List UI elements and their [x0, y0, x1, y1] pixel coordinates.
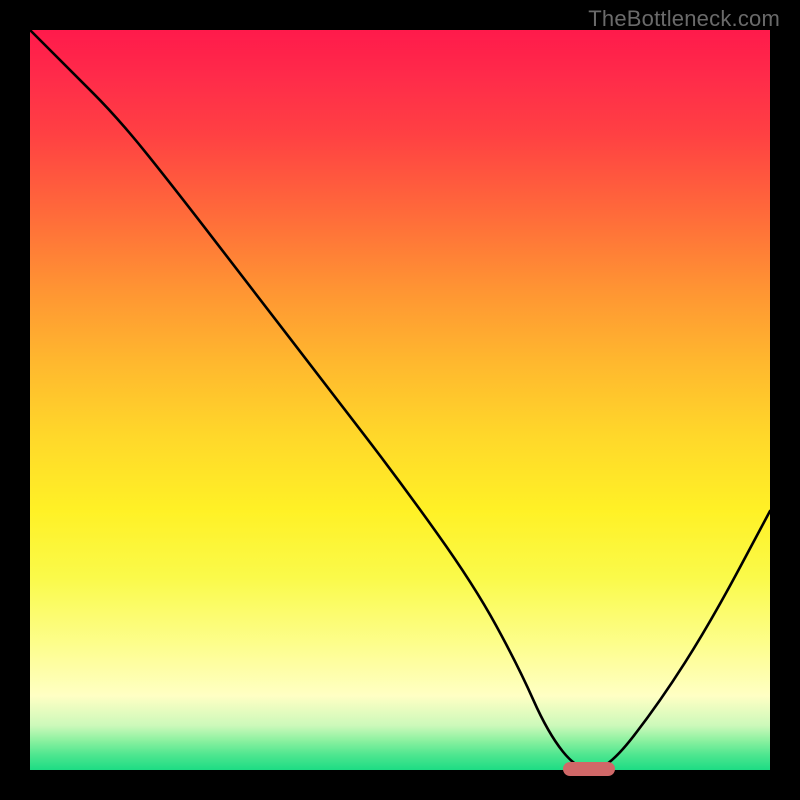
chart-plot-area	[30, 30, 770, 770]
curve-path	[30, 30, 770, 770]
watermark-label: TheBottleneck.com	[588, 6, 780, 32]
bottleneck-curve	[30, 30, 770, 770]
optimum-marker	[563, 762, 615, 776]
